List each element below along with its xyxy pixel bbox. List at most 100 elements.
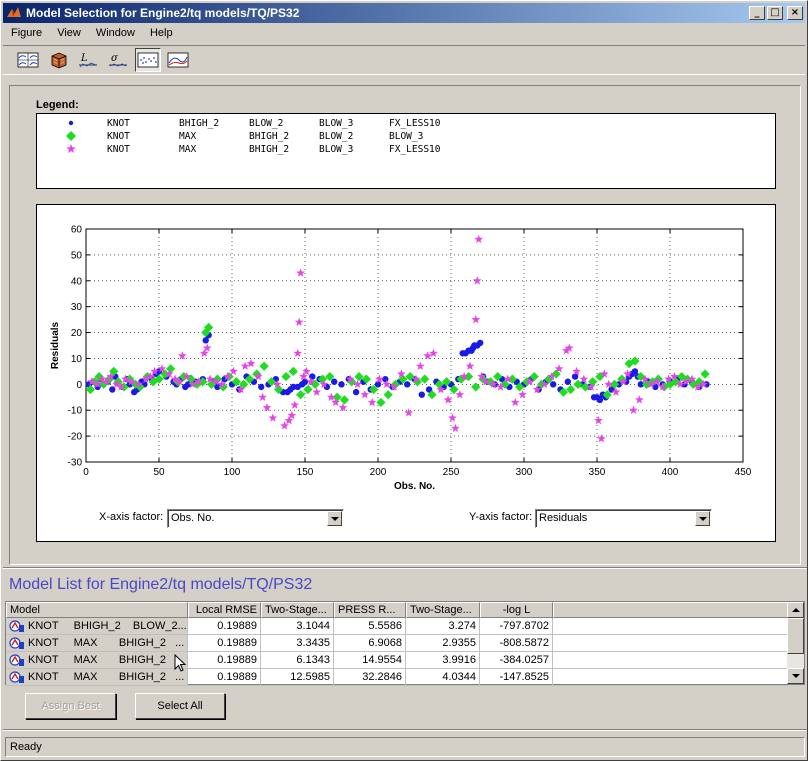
x-axis-factor-label: X-axis factor: <box>99 511 164 523</box>
status-divider <box>3 729 807 731</box>
cell-two-stage-2[interactable]: 3.274 <box>406 618 480 635</box>
y-tick-label: -20 <box>68 432 83 443</box>
maximize-button[interactable]: □ <box>767 6 783 20</box>
cell-two-stage-1[interactable]: 12.5985 <box>261 669 334 686</box>
mouse-cursor-icon <box>174 654 187 672</box>
data-point-dot[interactable] <box>404 381 411 388</box>
cell-local-rmse[interactable]: 0.19889 <box>188 635 261 652</box>
cell-local-rmse[interactable]: 0.19889 <box>188 652 261 669</box>
cross-section-plot-button[interactable] <box>165 48 191 72</box>
data-point-dot[interactable] <box>331 378 338 385</box>
table-row[interactable]: KNOT MAX BHIGH_2 ... 0.19889 6.1343 14.9554… <box>6 652 788 669</box>
assign-best-button[interactable]: Assign Best <box>25 693 116 719</box>
data-point-dot[interactable] <box>550 381 557 388</box>
legend-box: KNOT BHIGH_2 BLOW_2 BLOW_3 FX_LESS10 KNOT MAX B… <box>36 113 776 189</box>
data-point-dot[interactable] <box>382 375 389 383</box>
cell-filler <box>553 618 788 635</box>
cell-local-rmse[interactable]: 0.19889 <box>188 618 261 635</box>
rmse-plot-icon: σ <box>109 53 127 67</box>
legend-term: KNOT <box>107 144 130 155</box>
scroll-up-button[interactable] <box>787 602 804 618</box>
chevron-down-icon[interactable] <box>327 511 342 526</box>
cell-press[interactable]: 32.2846 <box>334 669 406 686</box>
x-axis-label: Obs. No. <box>394 481 435 492</box>
cell-two-stage-1[interactable]: 3.3435 <box>261 635 334 652</box>
chevron-down-icon[interactable] <box>695 511 710 526</box>
cell-log-l[interactable]: -797.8702 <box>480 618 553 635</box>
residuals-plot-button[interactable] <box>135 48 161 72</box>
column-header-log-l[interactable]: -log L <box>480 602 553 618</box>
legend-title: Legend: <box>36 99 79 111</box>
cell-model[interactable]: KNOT MAX BHIGH_2 ... <box>6 652 188 669</box>
column-header-press[interactable]: PRESS R... <box>334 602 406 618</box>
cell-model[interactable]: KNOT BHIGH_2 BLOW_2... <box>6 618 188 635</box>
data-point-dot[interactable] <box>352 388 360 396</box>
rmse-plot-button[interactable]: σ <box>105 48 131 72</box>
toolbar: L σ <box>3 45 805 75</box>
legend-term: FX_LESS10 <box>389 144 441 155</box>
close-button[interactable]: × <box>787 6 803 20</box>
y-axis-factor-label: Y-axis factor: <box>469 511 533 523</box>
scroll-thumb[interactable] <box>787 618 804 654</box>
model-list-title: Model List for Engine2/tq models/TQ/PS32 <box>9 576 313 593</box>
cell-press[interactable]: 14.9554 <box>334 652 406 669</box>
y-tick-label: 20 <box>71 328 83 339</box>
cell-two-stage-1[interactable]: 3.1044 <box>261 618 334 635</box>
residuals-chart[interactable]: 0 50 100 150 200 250 300 350 400 450 -30 -20 -10 0 10 2… <box>37 205 775 541</box>
cell-two-stage-2[interactable]: 4.0344 <box>406 669 480 686</box>
column-header-filler <box>553 602 788 618</box>
cross-section-plot-icon <box>167 52 189 68</box>
column-header-model[interactable]: Model <box>6 602 188 618</box>
data-point-dot[interactable] <box>418 391 425 398</box>
cell-two-stage-1[interactable]: 6.1343 <box>261 652 334 669</box>
data-point-dot[interactable] <box>374 381 382 388</box>
y-axis-factor-select[interactable]: Residuals <box>535 509 712 528</box>
data-point-dot[interactable] <box>309 373 316 380</box>
cube-3d-icon <box>51 52 67 69</box>
cell-log-l[interactable]: -808.5872 <box>480 635 553 652</box>
menu-view[interactable]: View <box>49 27 88 39</box>
cell-two-stage-2[interactable]: 3.9916 <box>406 652 480 669</box>
cell-model[interactable]: KNOT MAX BHIGH_2 ... <box>6 635 188 652</box>
response-surface-view-button[interactable] <box>15 48 41 72</box>
cell-local-rmse[interactable]: 0.19889 <box>188 669 261 686</box>
model-type-icon <box>9 637 24 649</box>
column-header-two-stage-2[interactable]: Two-Stage... <box>406 602 480 618</box>
menu-window[interactable]: Window <box>88 27 142 39</box>
data-point-dot[interactable] <box>338 381 345 388</box>
vertical-scrollbar[interactable] <box>787 602 804 684</box>
table-row[interactable]: KNOT BHIGH_2 BLOW_2... 0.19889 3.1044 5.558… <box>6 618 788 635</box>
cell-log-l[interactable]: -147.8525 <box>480 669 553 686</box>
table-row[interactable]: KNOT MAX BHIGH_2 ... 0.19889 3.3435 6.9068 2… <box>6 635 788 652</box>
data-point-dot[interactable] <box>301 378 309 385</box>
select-all-button[interactable]: Select All <box>135 693 225 719</box>
model-list-table[interactable]: Model Local RMSE Two-Stage... PRESS R...… <box>5 601 805 686</box>
model-selection-window: Model Selection for Engine2/tq models/TQ… <box>0 0 808 761</box>
x-axis-factor-select[interactable]: Obs. No. <box>167 509 344 528</box>
residuals-plot[interactable]: 0 50 100 150 200 250 300 350 400 450 -30 -20 -10 0 10 2… <box>36 204 776 542</box>
column-header-local-rmse[interactable]: Local RMSE <box>188 602 261 618</box>
cell-press[interactable]: 6.9068 <box>334 635 406 652</box>
cell-log-l[interactable]: -384.0257 <box>480 652 553 669</box>
x-tick-label: 450 <box>735 467 752 478</box>
menu-help[interactable]: Help <box>142 27 180 39</box>
x-axis-factor-value: Obs. No. <box>171 512 215 524</box>
likelihood-plot-button[interactable]: L <box>75 48 101 72</box>
table-row[interactable]: KNOT MAX BHIGH_2 ... 0.19889 12.5985 32.284… <box>6 669 788 686</box>
cell-press[interactable]: 5.5586 <box>334 618 406 635</box>
x-tick-label: 350 <box>589 467 606 478</box>
cell-model[interactable]: KNOT MAX BHIGH_2 ... <box>6 669 188 686</box>
plot-area[interactable] <box>86 229 743 462</box>
data-point-dot[interactable] <box>477 339 484 347</box>
column-header-two-stage-1[interactable]: Two-Stage... <box>261 602 334 618</box>
menu-figure[interactable]: Figure <box>3 27 49 39</box>
scroll-down-button[interactable] <box>787 668 804 684</box>
title-bar[interactable]: Model Selection for Engine2/tq models/TQ… <box>3 3 805 23</box>
data-point-dot[interactable] <box>564 378 571 385</box>
minimize-button[interactable]: _ <box>749 6 765 20</box>
data-point-dot[interactable] <box>571 373 579 380</box>
legend-entry: KNOT MAX BHIGH_2 BLOW_2 BLOW_3 <box>37 131 775 144</box>
cell-two-stage-2[interactable]: 2.9355 <box>406 635 480 652</box>
data-point-dot[interactable] <box>258 383 265 391</box>
cube-3d-button[interactable] <box>45 48 71 72</box>
